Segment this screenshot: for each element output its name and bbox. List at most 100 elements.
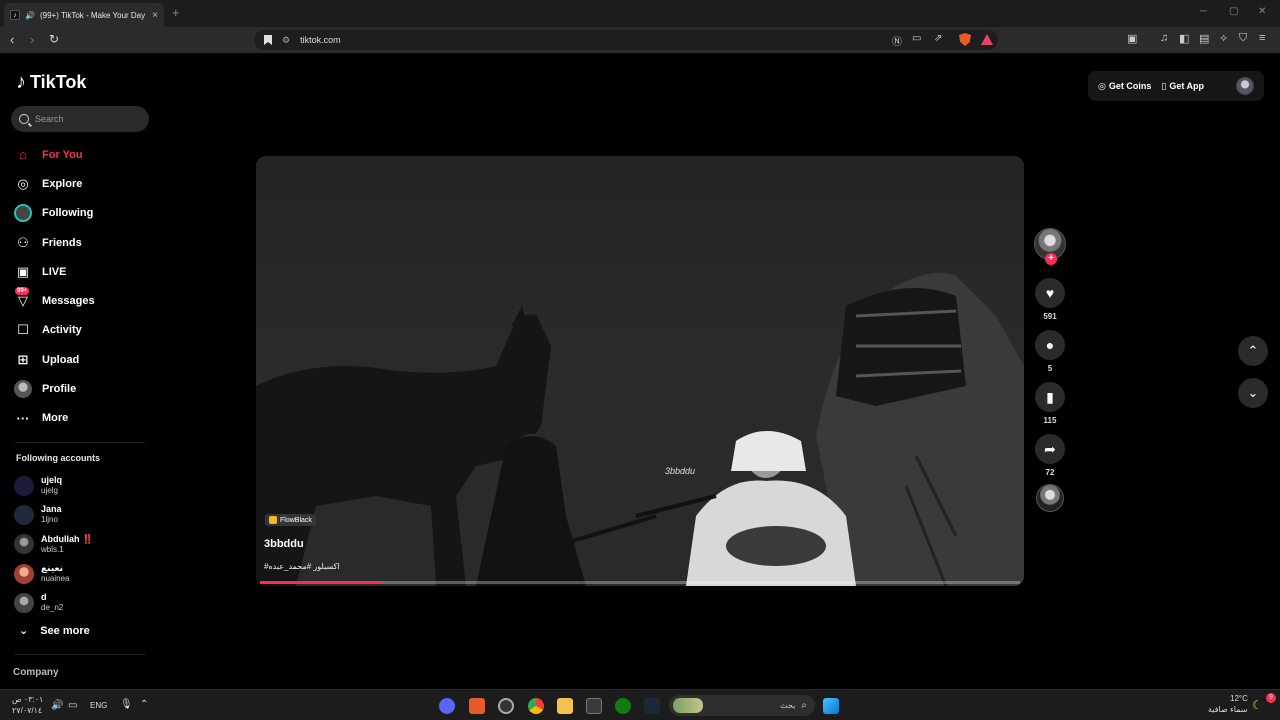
following-accounts-list: ujelq ujelg Jana 1ljno Abdullah ‼️ wbls.1 ن… <box>14 471 93 617</box>
tiktok-favicon-icon: ♪ <box>10 10 20 20</box>
nav-for-you[interactable]: ⌂ For You <box>14 140 144 169</box>
notification-badge[interactable]: 9 <box>1266 693 1276 703</box>
comment-button[interactable]: ● <box>1035 330 1065 360</box>
video-author[interactable]: 3bbddu <box>264 538 304 550</box>
brave-icon[interactable] <box>469 698 485 714</box>
windows-taskbar: ٠٣:٠١ ص ٢٧/٠٧/١٤ 🔊 ▭ ENG 🎙 ⌃ بحث ⌕ 12°C … <box>0 689 1280 720</box>
music-chip[interactable]: FlowBlack <box>265 514 316 526</box>
chevron-down-icon: ⌄ <box>19 625 29 637</box>
file-explorer-icon[interactable] <box>557 698 573 714</box>
media-icon[interactable]: ♫ <box>1160 32 1168 44</box>
creator-avatar[interactable]: + <box>1034 228 1066 265</box>
see-more-button[interactable]: ⌄ See more <box>19 624 90 638</box>
maximize-button[interactable]: ▢ <box>1229 6 1238 17</box>
nav-activity[interactable]: ☐ Activity <box>14 316 144 345</box>
new-tab-button[interactable]: + <box>172 5 180 20</box>
audio-playing-icon[interactable]: 🔊 <box>25 11 35 20</box>
cast-icon[interactable]: ▭ <box>912 33 921 44</box>
chrome-icon[interactable] <box>528 698 544 714</box>
windows-start-icon[interactable] <box>823 698 839 714</box>
reload-icon[interactable]: ↻ <box>49 32 59 46</box>
sidebar-icon[interactable]: ◧ <box>1179 32 1189 45</box>
taskbar-date[interactable]: ٢٧/٠٧/١٤ <box>12 706 42 715</box>
app-icon[interactable] <box>498 698 514 714</box>
previous-video-button[interactable]: ⌃ <box>1238 336 1268 366</box>
chevron-up-icon[interactable]: ⌃ <box>140 699 148 710</box>
share-button[interactable]: ➦ <box>1035 434 1065 464</box>
volume-icon[interactable]: 🔊 <box>51 700 63 711</box>
xbox-icon[interactable] <box>615 698 631 714</box>
account-handle: nuainea <box>41 574 70 584</box>
window-close-button[interactable]: ✕ <box>1258 6 1266 17</box>
discord-icon[interactable] <box>439 698 455 714</box>
tab-close-icon[interactable]: × <box>152 10 158 21</box>
nav-profile[interactable]: Profile <box>14 374 144 403</box>
browser-toolbar: ‹ › ↻ ⚙ tiktok.com Ⓝ ▭ ⇗ <box>0 27 1280 53</box>
user-avatar[interactable] <box>1236 77 1254 95</box>
nav-label: Profile <box>42 383 77 396</box>
follow-plus-icon[interactable]: + <box>1045 253 1057 265</box>
nav-upload[interactable]: ⊞ Upload <box>14 345 144 374</box>
translate-icon[interactable]: Ⓝ <box>892 33 902 48</box>
bookmark-icon[interactable] <box>264 35 272 45</box>
nav-more[interactable]: ··· More <box>14 404 144 433</box>
vpn-icon[interactable]: ⛉ <box>1239 32 1247 45</box>
logo-text: TikTok <box>30 72 87 92</box>
weather-description[interactable]: سماء صافية <box>1208 705 1248 714</box>
friends-icon: ⚇ <box>17 234 29 250</box>
nav-explore[interactable]: ◎ Explore <box>14 169 144 198</box>
leo-ai-icon[interactable]: ✧ <box>1219 32 1228 45</box>
get-coins-button[interactable]: ◎ Get Coins <box>1098 81 1151 92</box>
taskbar-time[interactable]: ٠٣:٠١ ص <box>12 695 43 704</box>
music-cover-icon <box>269 516 277 524</box>
nav-messages[interactable]: ▽ 99+ Messages <box>14 286 144 315</box>
back-icon[interactable]: ‹ <box>10 32 14 47</box>
account-item[interactable]: ujelq ujelg <box>14 471 93 500</box>
wallet-icon[interactable]: ▤ <box>1199 32 1209 45</box>
browser-tab[interactable]: ♪ 🔊 (99+) TikTok - Make Your Day × <box>4 3 164 27</box>
language-indicator[interactable]: ENG <box>90 701 107 710</box>
nav-live[interactable]: ▣ LIVE <box>14 257 144 286</box>
search-icon[interactable] <box>19 114 29 124</box>
nav-following[interactable]: Following <box>14 199 144 228</box>
address-bar[interactable]: ⚙ tiktok.com <box>254 30 998 50</box>
search-bar[interactable] <box>11 106 149 132</box>
account-item[interactable]: Jana 1ljno <box>14 500 93 529</box>
search-input[interactable] <box>35 114 135 124</box>
tiktok-logo[interactable]: ♪ TikTok <box>16 71 86 94</box>
brave-rewards-icon[interactable] <box>981 34 993 45</box>
video-caption[interactable]: #اكسبلور #محمد_عبده <box>264 562 340 571</box>
next-video-button[interactable]: ⌄ <box>1238 378 1268 408</box>
nav-friends[interactable]: ⚇ Friends <box>14 228 144 257</box>
save-button[interactable]: ▮ <box>1035 382 1065 412</box>
get-app-button[interactable]: ▯ Get App <box>1161 81 1204 92</box>
sound-disc[interactable] <box>1036 484 1064 512</box>
weather-temp[interactable]: 12°C <box>1230 694 1248 703</box>
account-item[interactable]: d de_n2 <box>14 588 93 617</box>
url-text[interactable]: tiktok.com <box>300 35 341 45</box>
account-item[interactable]: نعينع nuainea <box>14 559 93 588</box>
following-accounts-title: Following accounts <box>16 453 101 463</box>
account-handle: 1ljno <box>41 515 58 525</box>
messages-icon: ▽ 99+ <box>15 287 30 309</box>
share-icon[interactable]: ⇗ <box>934 33 942 44</box>
menu-icon[interactable]: ≡ <box>1259 32 1265 44</box>
network-icon[interactable]: ▭ <box>68 700 77 711</box>
taskbar-search[interactable]: بحث ⌕ <box>669 695 815 716</box>
like-button[interactable]: ♥ <box>1035 278 1065 308</box>
minimize-button[interactable]: ─ <box>1200 6 1207 17</box>
taskbar-search-label: بحث <box>780 701 796 710</box>
screenshot-icon[interactable]: ▣ <box>1127 32 1137 45</box>
video-player[interactable]: 3bbddu FlowBlack 3bbddu #اكسبلور #محمد_ع… <box>256 156 1024 586</box>
company-link[interactable]: Company <box>13 667 59 678</box>
site-info-icon[interactable]: ⚙ <box>282 35 290 46</box>
forward-icon[interactable]: › <box>30 32 34 47</box>
steam-icon[interactable] <box>644 698 660 714</box>
video-progress-bar[interactable] <box>260 581 1020 584</box>
microphone-icon[interactable]: 🎙 <box>120 699 133 710</box>
store-icon[interactable] <box>586 698 602 714</box>
weather-moon-icon[interactable]: ☾ <box>1252 698 1263 712</box>
nav-label: LIVE <box>42 265 67 278</box>
account-item[interactable]: Abdullah ‼️ wbls.1 <box>14 530 93 559</box>
footer-divider <box>15 654 145 655</box>
